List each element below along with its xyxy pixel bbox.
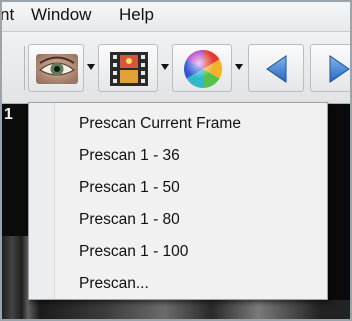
preview-button[interactable]: [28, 44, 84, 92]
menu-icon-gutter: [29, 103, 55, 299]
film-strip-icon: [110, 52, 148, 86]
frame-number: 1: [4, 106, 13, 123]
menu-item-prescan-1-50[interactable]: Prescan 1 - 50: [55, 173, 327, 205]
arrow-left-icon: [266, 55, 287, 83]
film-strip-dropdown-arrow[interactable]: [161, 64, 169, 70]
menu-item-label: Prescan...: [79, 275, 149, 292]
color-adjust-dropdown-arrow[interactable]: [235, 64, 243, 70]
next-frame-button[interactable]: [310, 44, 352, 92]
color-wheel-icon: [184, 50, 222, 88]
toolbar: [0, 32, 352, 104]
menu-item-prescan-1-80[interactable]: Prescan 1 - 80: [55, 205, 327, 237]
film-strip-button[interactable]: [98, 44, 158, 92]
menu-item-label: Prescan 1 - 50: [79, 179, 180, 196]
eye-icon: [36, 54, 78, 84]
menu-item-prescan-current-frame[interactable]: Prescan Current Frame: [55, 109, 327, 141]
menu-item-prescan-1-100[interactable]: Prescan 1 - 100: [55, 237, 327, 269]
menu-item-label: Prescan 1 - 100: [79, 243, 189, 260]
previous-frame-button[interactable]: [248, 44, 304, 92]
menu-item-prescan-custom[interactable]: Prescan...: [55, 269, 327, 301]
film-image-fragment-bottom: [40, 300, 352, 321]
menu-bar: nt Window Help: [0, 0, 352, 32]
menu-edit-partial[interactable]: nt: [0, 5, 14, 25]
menu-window[interactable]: Window: [31, 5, 91, 25]
menu-help[interactable]: Help: [119, 5, 154, 25]
toolbar-separator: [24, 46, 25, 90]
prescan-dropdown-menu: Prescan Current Frame Prescan 1 - 36 Pre…: [28, 102, 328, 300]
arrow-right-icon: [329, 55, 350, 83]
color-adjust-button[interactable]: [172, 44, 232, 92]
menu-item-label: Prescan Current Frame: [79, 115, 241, 132]
menu-item-label: Prescan 1 - 80: [79, 211, 180, 228]
menu-item-prescan-1-36[interactable]: Prescan 1 - 36: [55, 141, 327, 173]
menu-item-label: Prescan 1 - 36: [79, 147, 180, 164]
preview-dropdown-arrow[interactable]: [87, 64, 95, 70]
